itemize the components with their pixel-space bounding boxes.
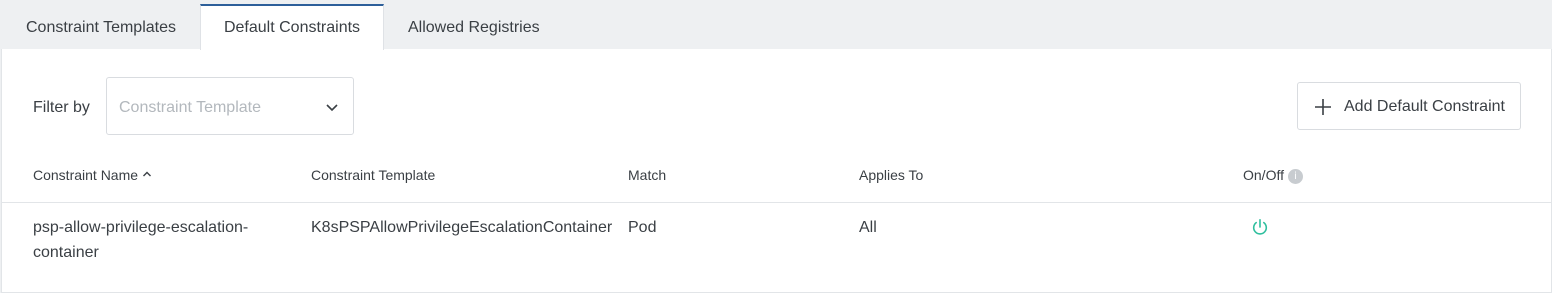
tab-bar: Constraint Templates Default Constraints… — [0, 0, 1552, 50]
column-header-label: Constraint Name — [33, 167, 139, 183]
match-cell: Pod — [628, 219, 657, 236]
chevron-down-icon — [326, 104, 338, 112]
column-header-constraint-name[interactable]: Constraint Name — [33, 167, 152, 183]
info-icon[interactable]: i — [1287, 169, 1303, 184]
tab-allowed-registries[interactable]: Allowed Registries — [408, 6, 540, 50]
add-button-label: Add Default Constraint — [1344, 98, 1505, 115]
applies-to-cell: All — [859, 219, 877, 236]
constraint-name-line: container — [33, 244, 99, 261]
filter-label: Filter by — [33, 99, 90, 116]
constraint-template-cell: K8sPSPAllowPrivilegeEscalationContainer — [311, 219, 613, 236]
add-default-constraint-button[interactable]: Add Default Constraint — [1297, 82, 1521, 130]
column-header-applies-to: Applies To — [859, 167, 924, 183]
constraint-name-cell: psp-allow-privilege-escalation- containe… — [33, 215, 248, 265]
constraint-name-line: psp-allow-privilege-escalation- — [33, 219, 249, 236]
column-header-match: Match — [628, 167, 667, 183]
sort-ascending-icon — [143, 171, 152, 177]
column-header-constraint-template: Constraint Template — [311, 167, 436, 183]
power-toggle-icon[interactable] — [1251, 218, 1269, 236]
tab-default-constraints[interactable]: Default Constraints — [200, 4, 384, 50]
plus-icon — [1315, 99, 1331, 115]
select-placeholder: Constraint Template — [119, 99, 261, 116]
header-divider — [2, 202, 1551, 203]
column-header-on-off: On/Off i — [1243, 167, 1303, 184]
column-header-label: On/Off — [1243, 167, 1284, 183]
default-constraints-panel: Filter by Constraint Template Add Defaul… — [1, 49, 1552, 293]
constraint-template-select[interactable]: Constraint Template — [106, 77, 354, 135]
tab-constraint-templates[interactable]: Constraint Templates — [26, 6, 176, 50]
